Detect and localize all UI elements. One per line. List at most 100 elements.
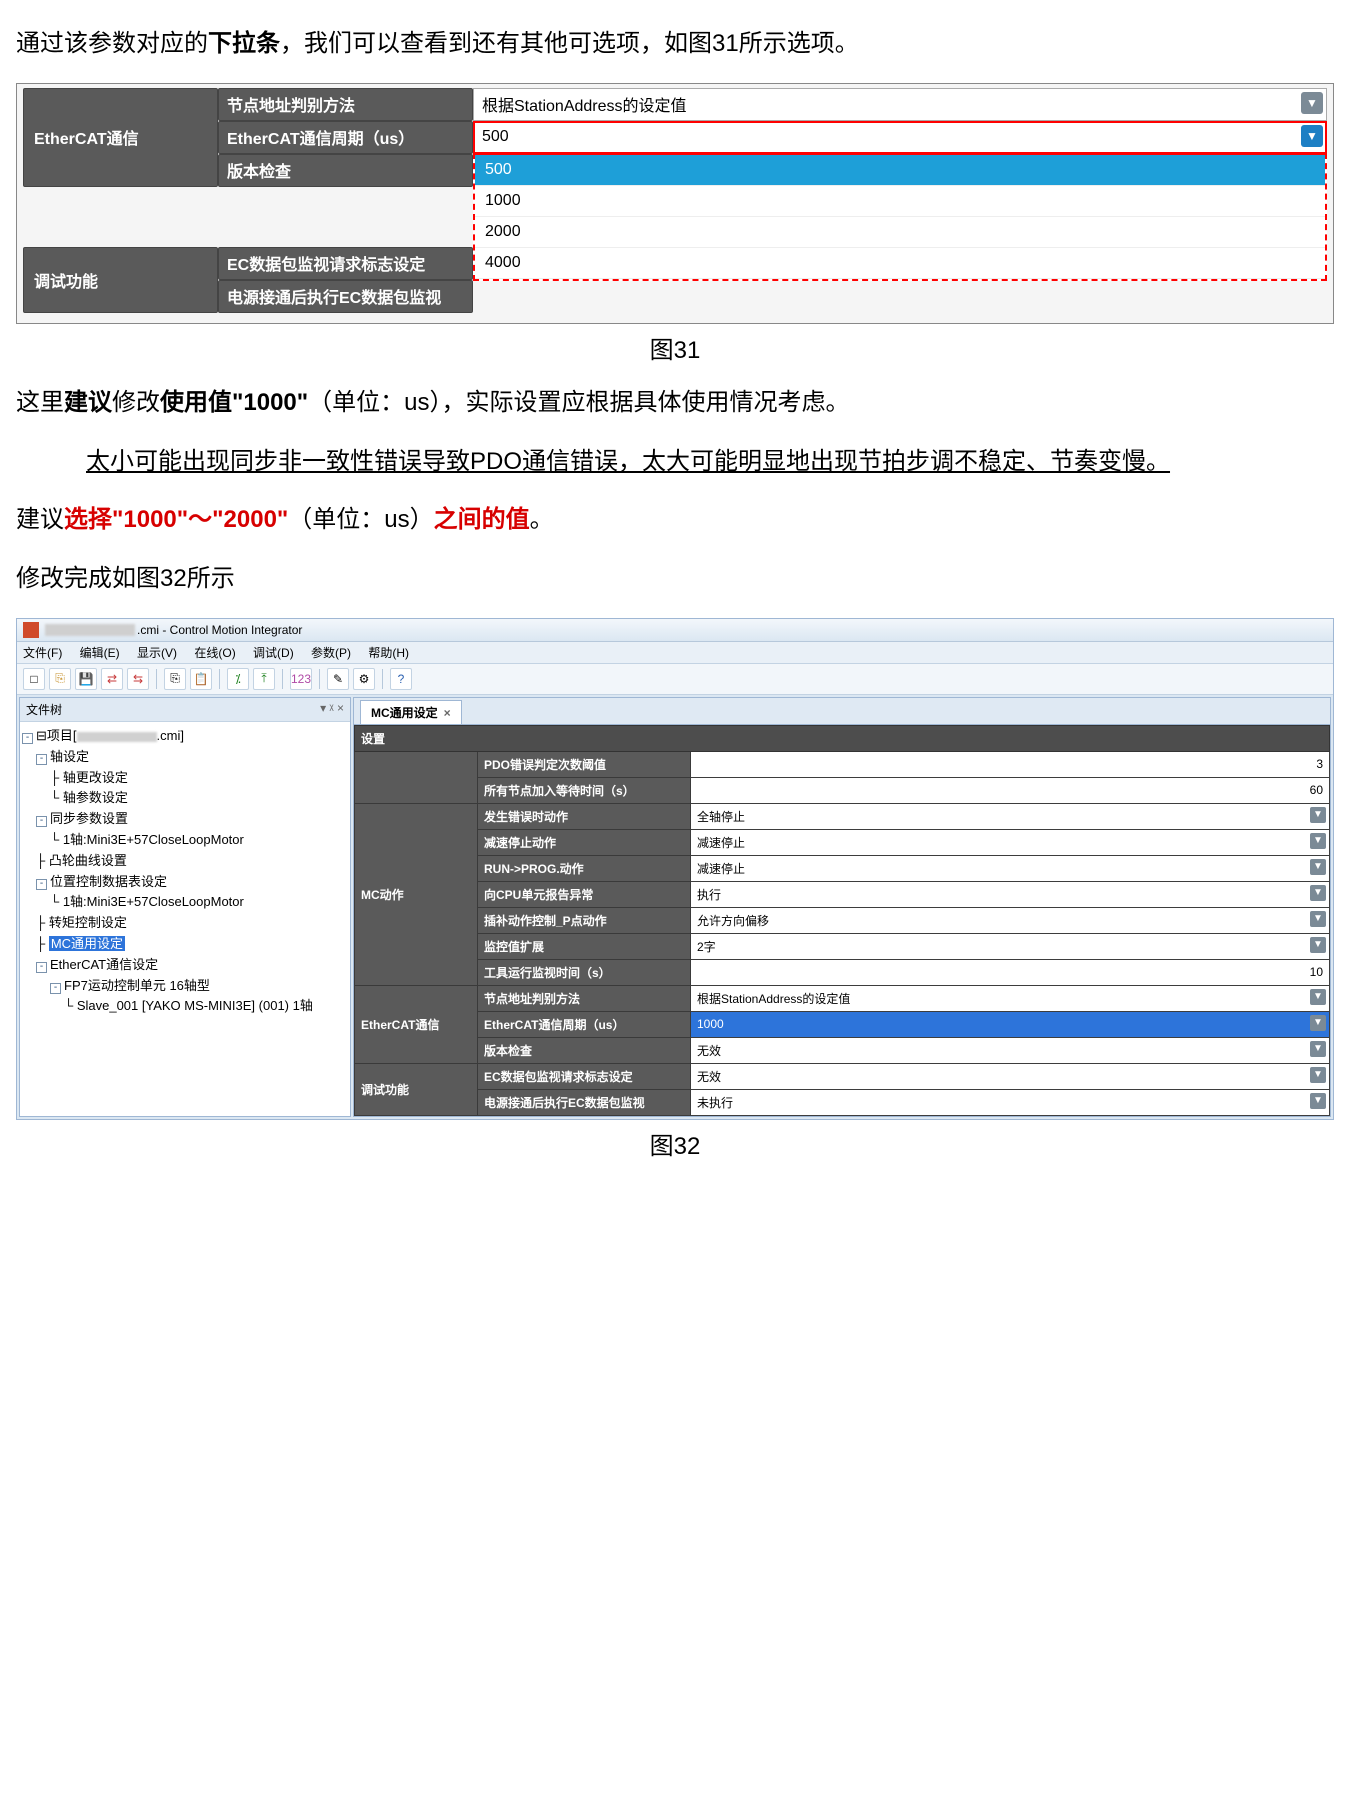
grid-value[interactable]: 无效▼	[691, 1063, 1330, 1089]
tree-fp7[interactable]: FP7运动控制单元 16轴型	[64, 978, 210, 993]
grid-value[interactable]: 允许方向偏移▼	[691, 907, 1330, 933]
chevron-down-icon[interactable]: ▼	[1310, 833, 1326, 849]
grid-value[interactable]: 未执行▼	[691, 1089, 1330, 1115]
tree-torque[interactable]: 转矩控制设定	[49, 915, 127, 930]
tab-mc-common[interactable]: MC通用设定×	[360, 700, 462, 724]
grid-label: 节点地址判别方法	[478, 985, 691, 1011]
fig31-value-period[interactable]: 500 ▼	[473, 121, 1327, 154]
fig31-dropdown-list[interactable]: 500 1000 2000 4000	[473, 153, 1327, 281]
tab-row: MC通用设定×	[354, 698, 1330, 725]
grid-label: 减速停止动作	[478, 829, 691, 855]
file-tree[interactable]: -⊟项目[.cmi] -轴设定 ├ 轴更改设定 └ 轴参数设定 -同步参数设置 …	[20, 722, 350, 1025]
app-icon	[23, 622, 39, 638]
menu-edit[interactable]: 编辑(E)	[80, 646, 120, 660]
paragraph-4: 建议选择"1000"～"2000"（单位：us）之间的值。	[16, 500, 1334, 541]
menu-help[interactable]: 帮助(H)	[368, 646, 409, 660]
gear-icon[interactable]: ⚙	[353, 668, 375, 690]
grid-value[interactable]: 根据StationAddress的设定值▼	[691, 985, 1330, 1011]
fig31-option-1000[interactable]: 1000	[475, 186, 1325, 217]
grid-label: 向CPU单元报告异常	[478, 881, 691, 907]
close-icon[interactable]: ×	[444, 706, 451, 720]
paragraph-1: 通过该参数对应的下拉条，我们可以查看到还有其他可选项，如图31所示选项。	[16, 24, 1334, 65]
chevron-down-icon[interactable]: ▼	[1301, 92, 1323, 114]
chevron-down-icon[interactable]: ▼	[1310, 989, 1326, 1005]
tool-icon[interactable]: ⁒	[227, 668, 249, 690]
grid-header: 设置	[355, 725, 1330, 751]
new-icon[interactable]: □	[23, 668, 45, 690]
tree-slave001[interactable]: Slave_001 [YAKO MS-MINI3E] (001) 1轴	[77, 998, 313, 1013]
paste-icon[interactable]: 📋	[190, 668, 212, 690]
tool-icon[interactable]: ⤒	[253, 668, 275, 690]
tree-axis-param[interactable]: 轴参数设定	[63, 790, 128, 805]
tree-mc-common[interactable]: MC通用设定	[49, 936, 125, 951]
menu-debug[interactable]: 调试(D)	[253, 646, 294, 660]
menu-file[interactable]: 文件(F)	[23, 646, 62, 660]
grid-value: 3	[691, 751, 1330, 777]
copy-icon[interactable]: ⎘	[164, 668, 186, 690]
window-titlebar: .cmi - Control Motion Integrator	[17, 619, 1333, 642]
edit-icon[interactable]: ✎	[327, 668, 349, 690]
grid-label: 监控值扩展	[478, 933, 691, 959]
tool-icon[interactable]: 123	[290, 668, 312, 690]
chevron-down-icon[interactable]: ▼	[1310, 1067, 1326, 1083]
grid-value[interactable]: 减速停止▼	[691, 855, 1330, 881]
blurred-filename	[45, 624, 135, 636]
tree-axis[interactable]: 轴设定	[50, 749, 89, 764]
fig31-option-2000[interactable]: 2000	[475, 217, 1325, 248]
grid-value[interactable]: 1000▼	[691, 1011, 1330, 1037]
fig31-label-node-addr: 节点地址判别方法	[218, 88, 473, 121]
chevron-down-icon[interactable]: ▼	[1310, 1015, 1326, 1031]
grid-label: 插补动作控制_P点动作	[478, 907, 691, 933]
open-icon[interactable]: ⎘	[49, 668, 71, 690]
chevron-down-icon[interactable]: ▼	[1310, 911, 1326, 927]
tree-cam[interactable]: 凸轮曲线设置	[49, 853, 127, 868]
grid-value[interactable]: 全轴停止▼	[691, 803, 1330, 829]
figure-31: EtherCAT通信 节点地址判别方法 EtherCAT通信周期（us） 版本检…	[16, 83, 1334, 324]
tree-ethercat[interactable]: EtherCAT通信设定	[50, 957, 158, 972]
chevron-down-icon[interactable]: ▼	[1310, 807, 1326, 823]
fig31-label-period: EtherCAT通信周期（us）	[218, 121, 473, 154]
grid-label: 版本检查	[478, 1037, 691, 1063]
fig31-value-node-addr[interactable]: 根据StationAddress的设定值 ▼	[473, 88, 1327, 121]
tree-axis-change[interactable]: 轴更改设定	[63, 770, 128, 785]
chevron-down-icon[interactable]: ▼	[1310, 859, 1326, 875]
grid-value[interactable]: 无效▼	[691, 1037, 1330, 1063]
menu-param[interactable]: 参数(P)	[311, 646, 351, 660]
tree-pos-axis1[interactable]: 1轴:Mini3E+57CloseLoopMotor	[63, 894, 244, 909]
chevron-down-icon[interactable]: ▼	[1310, 885, 1326, 901]
fig31-option-500[interactable]: 500	[475, 155, 1325, 186]
figure-32: .cmi - Control Motion Integrator 文件(F) 编…	[16, 618, 1334, 1120]
grid-label: 电源接通后执行EC数据包监视	[478, 1089, 691, 1115]
chevron-down-icon[interactable]: ▼	[1310, 1093, 1326, 1109]
help-icon[interactable]: ?	[390, 668, 412, 690]
grid-value[interactable]: 减速停止▼	[691, 829, 1330, 855]
tree-sync-axis1[interactable]: 1轴:Mini3E+57CloseLoopMotor	[63, 832, 244, 847]
fig31-label-version: 版本检查	[218, 154, 473, 187]
tool-icon[interactable]: ⇆	[127, 668, 149, 690]
grid-value[interactable]: 执行▼	[691, 881, 1330, 907]
menubar[interactable]: 文件(F) 编辑(E) 显示(V) 在线(O) 调试(D) 参数(P) 帮助(H…	[17, 642, 1333, 664]
grid-label: RUN->PROG.动作	[478, 855, 691, 881]
chevron-down-icon[interactable]: ▼	[1310, 937, 1326, 953]
chevron-down-icon[interactable]: ▼	[1310, 1041, 1326, 1057]
grid-label: EtherCAT通信周期（us）	[478, 1011, 691, 1037]
grid-label: EC数据包监视请求标志设定	[478, 1063, 691, 1089]
tree-pos[interactable]: 位置控制数据表设定	[50, 874, 167, 889]
grid-value[interactable]: 2字▼	[691, 933, 1330, 959]
paragraph-5: 修改完成如图32所示	[16, 559, 1334, 600]
fig31-option-4000[interactable]: 4000	[475, 248, 1325, 279]
fig31-cat-ethercat: EtherCAT通信	[23, 88, 218, 187]
chevron-down-icon[interactable]: ▼	[1301, 125, 1323, 147]
tool-icon[interactable]: ⇄	[101, 668, 123, 690]
tree-sync[interactable]: 同步参数设置	[50, 811, 128, 826]
toolbar[interactable]: □ ⎘ 💾 ⇄ ⇆ ⎘ 📋 ⁒ ⤒ 123 ✎ ⚙ ?	[17, 664, 1333, 695]
grid-label: 发生错误时动作	[478, 803, 691, 829]
grid-label: PDO错误判定次数阈值	[478, 751, 691, 777]
settings-grid: 设置 PDO错误判定次数阈值3所有节点加入等待时间（s）60MC动作发生错误时动…	[354, 725, 1330, 1116]
tree-header: 文件树▾ ᵡ ×	[20, 698, 350, 722]
grid-value: 60	[691, 777, 1330, 803]
menu-view[interactable]: 显示(V)	[137, 646, 177, 660]
paragraph-2: 这里建议修改使用值"1000"（单位：us），实际设置应根据具体使用情况考虑。	[16, 383, 1334, 424]
save-icon[interactable]: 💾	[75, 668, 97, 690]
menu-online[interactable]: 在线(O)	[194, 646, 235, 660]
